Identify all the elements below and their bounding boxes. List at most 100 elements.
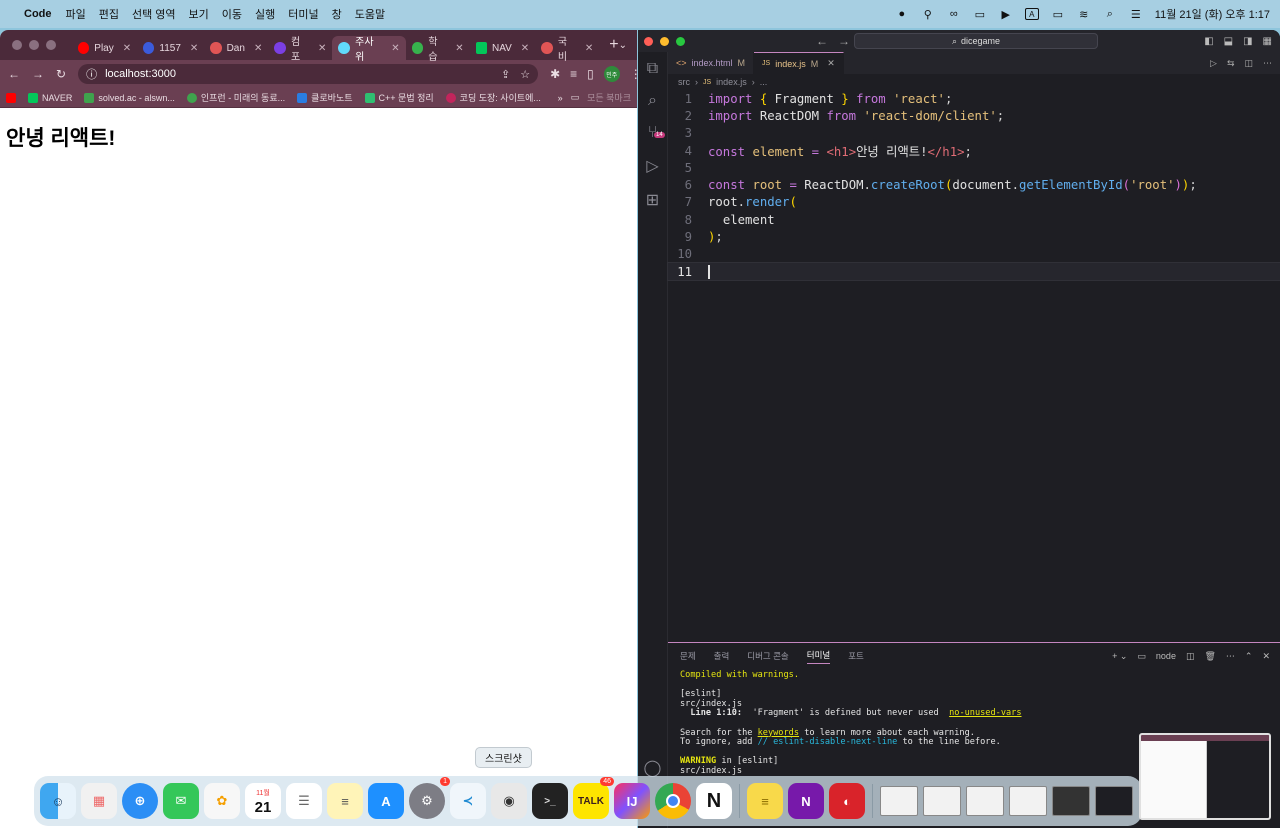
code-line[interactable]: 2 import ReactDOM from 'react-dom/client'… <box>668 107 1280 124</box>
system-settings-icon[interactable]: ⚙ 1 <box>409 777 450 819</box>
search-icon[interactable]: ⌕ <box>648 92 657 110</box>
panel-tab-ports[interactable]: 포트 <box>848 650 864 662</box>
intellij-icon[interactable]: IJ <box>614 783 650 819</box>
launchpad-icon[interactable]: ▦ <box>81 783 117 819</box>
window-thumbnail[interactable] <box>966 786 1004 816</box>
panel-tab-problems[interactable]: 문제 <box>680 650 696 662</box>
close-tab-icon[interactable]: ✕ <box>827 58 835 69</box>
bookmark-youtube[interactable] <box>6 92 16 103</box>
close-tab-icon[interactable]: ✕ <box>455 43 463 54</box>
archive-thumbnail[interactable] <box>880 786 918 816</box>
bookmark-item[interactable]: solved.ac - alswn... <box>84 92 175 103</box>
bookmark-item[interactable]: 인프런 - 미래의 동료... <box>186 91 285 104</box>
nav-back-icon[interactable]: ← <box>816 34 828 48</box>
browser-tab[interactable]: NAV ✕ <box>470 36 536 60</box>
chrome-menu-icon[interactable]: ⋮ <box>630 67 637 81</box>
profile-avatar[interactable]: 민주 <box>603 66 620 82</box>
close-window-button[interactable] <box>12 40 22 50</box>
panel-tab-debug-console[interactable]: 디버그 콘솔 <box>747 650 788 662</box>
share-icon[interactable]: ⇪ <box>501 68 510 81</box>
browser-tab[interactable]: 1157 ✕ <box>137 36 204 60</box>
code-line[interactable]: 5 <box>668 159 1280 176</box>
close-window-button[interactable] <box>644 36 653 46</box>
back-icon[interactable]: ← <box>8 67 20 81</box>
run-debug-icon[interactable]: ▷ <box>646 156 658 176</box>
stickies-icon[interactable]: ≡ <box>747 783 783 819</box>
more-actions-icon[interactable]: ⋯ <box>1263 58 1272 69</box>
more-icon[interactable]: ⋯ <box>1226 651 1235 662</box>
window-thumbnail[interactable] <box>1095 786 1133 816</box>
split-terminal-icon[interactable]: ◫ <box>1186 651 1195 662</box>
safari-icon[interactable]: ⊕ <box>122 783 158 819</box>
menu-help[interactable]: 도움말 <box>355 6 385 22</box>
more-bookmarks-icon[interactable]: » <box>558 93 563 103</box>
extensions-icon[interactable]: ⊞ <box>646 190 659 210</box>
panel-tab-terminal[interactable]: 터미널 <box>806 649 831 664</box>
editor-tab-index-html[interactable]: <> index.html M <box>668 52 755 74</box>
rule-name[interactable]: no-unused-vars <box>949 708 1021 719</box>
glasses-icon[interactable]: ∞ <box>947 8 961 20</box>
code-line[interactable]: 1 import { Fragment } from 'react'; <box>668 90 1280 107</box>
minimize-window-button[interactable] <box>29 40 39 50</box>
breadcrumb-folder[interactable]: src <box>678 77 690 87</box>
wifi-icon[interactable]: ≋ <box>1077 8 1091 21</box>
nav-forward-icon[interactable]: → <box>838 34 850 48</box>
menu-window[interactable]: 창 <box>332 6 342 22</box>
run-file-icon[interactable]: ▷ <box>1210 58 1217 69</box>
recording-icon[interactable]: ● <box>895 8 909 20</box>
code-line[interactable]: 8 element <box>668 211 1280 228</box>
toggle-panel-icon[interactable]: ⬓ <box>1224 36 1233 47</box>
browser-tab-active[interactable]: 주사위 ✕ <box>332 36 406 63</box>
kakaotalk-icon[interactable]: TALK 46 <box>573 777 614 819</box>
screenshot-icon[interactable]: ◉ <box>491 783 527 819</box>
reminders-icon[interactable]: ☰ <box>286 783 322 819</box>
url-text[interactable]: localhost:3000 <box>105 68 176 80</box>
browser-tab[interactable]: 학습 ✕ <box>406 36 470 63</box>
explorer-icon[interactable]: ⧉ <box>647 60 658 78</box>
messages-icon[interactable]: ✉ <box>163 783 199 819</box>
browser-tab[interactable]: 국비 ✕ <box>535 36 599 63</box>
breadcrumb-file[interactable]: index.js <box>716 77 747 87</box>
close-tab-icon[interactable]: ✕ <box>521 43 529 54</box>
split-editor-icon[interactable]: ◫ <box>1244 58 1253 69</box>
onenote-icon[interactable]: N <box>788 783 824 819</box>
reading-list-icon[interactable]: ≡ <box>570 67 577 81</box>
close-tab-icon[interactable]: ✕ <box>391 43 399 54</box>
browser-tab[interactable]: Play ✕ <box>72 36 137 60</box>
site-info-icon[interactable]: ⓘ <box>86 66 97 82</box>
browser-tab[interactable]: 컴포 ✕ <box>268 36 332 63</box>
menu-go[interactable]: 이동 <box>222 6 242 22</box>
menu-view[interactable]: 보기 <box>189 6 209 22</box>
forward-icon[interactable]: → <box>32 67 44 81</box>
notion-icon[interactable]: N <box>696 783 732 819</box>
kill-terminal-icon[interactable]: 🗑 <box>1204 651 1215 662</box>
control-center-icon[interactable]: ☰ <box>1129 8 1143 21</box>
new-tab-button[interactable]: + <box>609 36 618 54</box>
code-line[interactable]: 10 <box>668 246 1280 263</box>
app-menu[interactable]: Code <box>24 8 52 20</box>
editor-tab-index-js[interactable]: JS index.js M ✕ <box>754 52 844 74</box>
command-center-search[interactable]: ⌕ dicegame <box>854 33 1098 49</box>
close-tab-icon[interactable]: ✕ <box>318 43 326 54</box>
zoom-window-button[interactable] <box>676 36 685 46</box>
code-editor[interactable]: 1 import { Fragment } from 'react'; 2 impo… <box>667 90 1280 282</box>
window-thumbnail[interactable] <box>1009 786 1047 816</box>
photos-icon[interactable]: ✿ <box>204 783 240 819</box>
bookmark-item[interactable]: C++ 문법 정리 <box>364 91 434 104</box>
display-icon[interactable]: ▭ <box>973 8 987 21</box>
close-tab-icon[interactable]: ✕ <box>123 43 131 54</box>
side-panel-icon[interactable]: ▯ <box>587 67 594 81</box>
code-line-current[interactable]: 11 <box>667 261 1280 282</box>
tab-search-icon[interactable]: ⌄ <box>619 40 627 51</box>
chrome-icon[interactable] <box>655 783 691 819</box>
battery-icon[interactable]: ▭ <box>1051 8 1065 21</box>
close-tab-icon[interactable]: ✕ <box>585 43 593 54</box>
close-tab-icon[interactable]: ✕ <box>254 43 262 54</box>
code-line[interactable]: 3 <box>668 125 1280 142</box>
folder-icon[interactable]: ▭ <box>571 92 580 103</box>
code-line[interactable]: 4 const element = <h1>안녕 리액트!</h1>; <box>668 142 1280 159</box>
customize-layout-icon[interactable]: ▦ <box>1263 36 1272 47</box>
keywords-link[interactable]: keywords <box>758 728 799 738</box>
menu-edit[interactable]: 편집 <box>99 6 119 22</box>
screenshot-preview[interactable] <box>1139 733 1271 820</box>
